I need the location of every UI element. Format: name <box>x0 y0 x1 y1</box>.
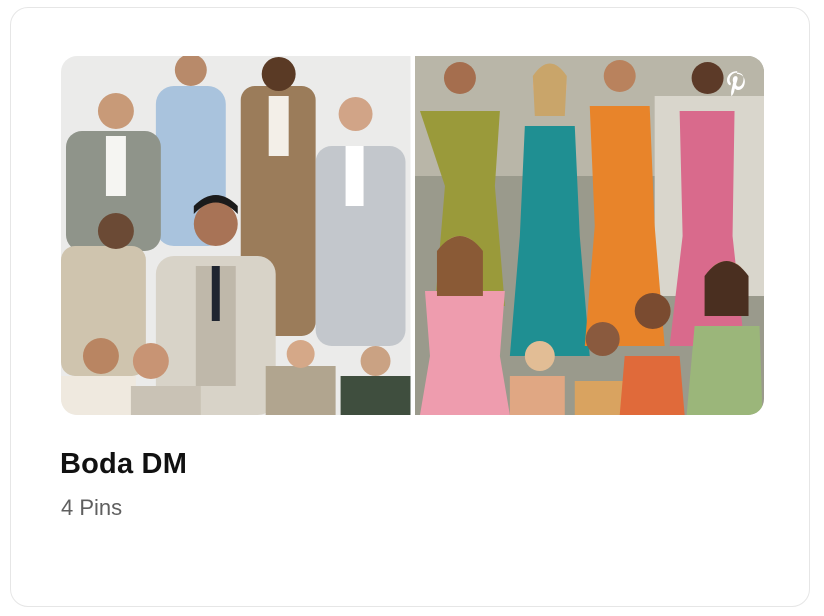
board-cover[interactable] <box>61 56 764 415</box>
dresses-collage-image <box>414 56 764 415</box>
board-card[interactable]: Boda DM 4 Pins <box>10 7 810 607</box>
suits-collage-image <box>61 56 411 415</box>
pinterest-icon <box>722 68 752 98</box>
pin-count: 4 Pins <box>61 495 123 520</box>
board-title[interactable]: Boda DM <box>60 448 187 481</box>
